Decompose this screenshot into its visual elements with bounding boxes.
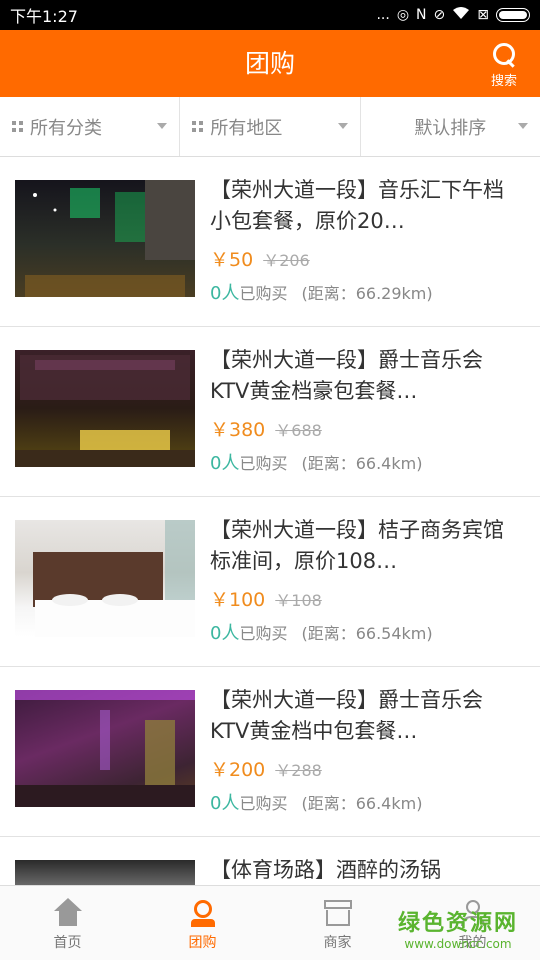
shop-icon (321, 898, 355, 928)
category-filter-label: 所有分类 (30, 117, 102, 139)
deal-distance: (距离：66.4km) (301, 454, 423, 473)
sim-icon: ⊠ (477, 7, 489, 23)
deal-meta: 0人已购买 (距离：66.29km) (210, 279, 520, 305)
bought-label: 已购买 (239, 624, 288, 643)
deal-thumbnail (15, 690, 195, 807)
deal-name: 【荣州大道一段】爵士音乐会KTV黄金档豪包套餐… (210, 348, 483, 403)
mute-icon: ⊘ (433, 7, 446, 23)
app-header: 团购 搜索 (0, 30, 540, 97)
deal-thumbnail (15, 520, 195, 637)
tab-home-label: 首页 (53, 935, 82, 951)
deal-old-price: ￥206 (263, 251, 310, 270)
deal-price: ￥380 (210, 419, 266, 441)
deal-old-price: ￥288 (275, 761, 322, 780)
caret-down-icon (157, 123, 168, 129)
hotspot-icon: ◎ (396, 7, 410, 23)
deal-price: ￥50 (210, 249, 254, 271)
tab-merchants-label: 商家 (323, 935, 352, 951)
status-time: 下午1:27 (10, 7, 78, 26)
watermark-title: 绿色资源网 (398, 911, 519, 936)
bought-label: 已购买 (239, 454, 288, 473)
group-buy-icon (186, 898, 220, 928)
bought-count: 0人 (210, 793, 240, 814)
page-title: 团购 (244, 49, 295, 78)
search-button[interactable]: 搜索 (484, 42, 524, 89)
deal-thumbnail (15, 860, 195, 885)
filter-bar: 所有分类 所有地区 默认排序 (0, 97, 540, 157)
deal-thumbnail (15, 350, 195, 467)
deal-item[interactable]: 【荣州大道一段】桔子商务宾馆标准间，原价108… ￥100 ￥108 0人已购买 (… (0, 497, 540, 667)
bought-count: 0人 (210, 453, 240, 474)
home-icon (51, 898, 85, 928)
sort-filter[interactable]: 默认排序 (361, 97, 540, 156)
deal-list: 【荣州大道一段】音乐汇下午档小包套餐，原价20… ￥50 ￥206 0人已购买 (距… (0, 157, 540, 885)
bought-count: 0人 (210, 283, 240, 304)
deal-name: 【荣州大道一段】爵士音乐会KTV黄金档中包套餐… (210, 688, 483, 743)
bought-count: 0人 (210, 623, 240, 644)
deal-meta: 0人已购买 (距离：66.4km) (210, 789, 520, 815)
watermark: 绿色资源网 www.downcc.com (398, 905, 518, 951)
battery-icon (496, 8, 530, 22)
deal-item[interactable]: 【体育场路】酒醉的汤锅 (0, 837, 540, 885)
search-label: 搜索 (490, 74, 517, 89)
watermark-url: www.downcc.com (404, 937, 512, 951)
sort-filter-label: 默认排序 (414, 117, 487, 139)
deal-old-price: ￥108 (275, 591, 322, 610)
deal-old-price: ￥688 (275, 421, 322, 440)
grid-icon (192, 121, 204, 132)
deal-distance: (距离：66.29km) (301, 284, 433, 303)
bought-label: 已购买 (239, 284, 288, 303)
tab-group-buy[interactable]: 团购 (135, 886, 270, 960)
deal-meta: 0人已购买 (距离：66.4km) (210, 449, 520, 475)
deal-price-row: ￥380 ￥688 (210, 415, 520, 443)
tab-home[interactable]: 首页 (0, 886, 135, 960)
bought-label: 已购买 (239, 794, 288, 813)
caret-down-icon (517, 123, 528, 129)
deal-distance: (距离：66.54km) (301, 624, 433, 643)
region-filter-label: 所有地区 (210, 117, 283, 139)
deal-price-row: ￥100 ￥108 (210, 585, 520, 613)
deal-price: ￥100 (210, 589, 266, 611)
deal-name: 【体育场路】酒醉的汤锅 (210, 858, 441, 882)
deal-distance: (距离：66.4km) (301, 794, 423, 813)
deal-price: ￥200 (210, 759, 266, 781)
deal-item[interactable]: 【荣州大道一段】音乐汇下午档小包套餐，原价20… ￥50 ￥206 0人已购买 (距… (0, 157, 540, 327)
nfc-icon: N (416, 7, 427, 23)
deal-meta: 0人已购买 (距离：66.54km) (210, 619, 520, 645)
dots-icon: ... (376, 7, 390, 23)
category-filter[interactable]: 所有分类 (0, 97, 181, 156)
deal-price-row: ￥50 ￥206 (210, 245, 520, 273)
status-icons: ... ◎ N ⊘ ⊠ (376, 6, 530, 24)
wifi-icon (452, 6, 470, 24)
search-icon (491, 42, 517, 68)
status-bar: 下午1:27 ... ◎ N ⊘ ⊠ (0, 0, 540, 30)
tab-merchants[interactable]: 商家 (270, 886, 405, 960)
deal-name: 【荣州大道一段】音乐汇下午档小包套餐，原价20… (210, 178, 504, 233)
tab-group-buy-label: 团购 (188, 935, 217, 951)
caret-down-icon (337, 123, 348, 129)
deal-item[interactable]: 【荣州大道一段】爵士音乐会KTV黄金档豪包套餐… ￥380 ￥688 0人已购买 (… (0, 327, 540, 497)
deal-thumbnail (15, 180, 195, 297)
deal-item[interactable]: 【荣州大道一段】爵士音乐会KTV黄金档中包套餐… ￥200 ￥288 0人已购买 (… (0, 667, 540, 837)
region-filter[interactable]: 所有地区 (180, 97, 361, 156)
deal-name: 【荣州大道一段】桔子商务宾馆标准间，原价108… (210, 518, 504, 573)
grid-icon (12, 121, 23, 132)
deal-price-row: ￥200 ￥288 (210, 755, 520, 783)
